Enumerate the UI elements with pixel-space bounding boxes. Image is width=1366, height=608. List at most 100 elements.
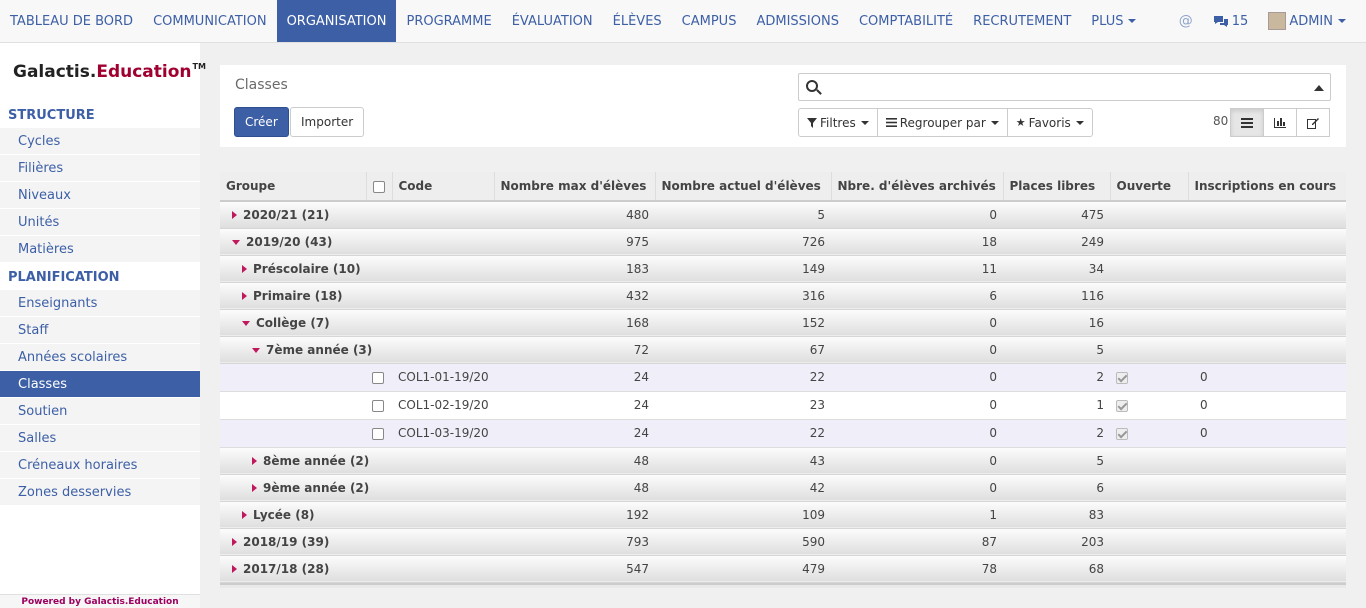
nav-item-evaluation[interactable]: ÉVALUATION bbox=[502, 0, 603, 42]
caret-right-icon bbox=[232, 211, 237, 220]
group-free-cell: 68 bbox=[1003, 555, 1110, 583]
group-label-cell[interactable]: 2017/18 (28) bbox=[220, 555, 494, 583]
sidebar-item-cycles[interactable]: Cycles bbox=[0, 128, 200, 155]
bars-icon bbox=[885, 118, 897, 127]
group-label-cell[interactable]: 8ème année (2) bbox=[220, 447, 494, 475]
nav-item-comptabilite[interactable]: COMPTABILITÉ bbox=[849, 0, 963, 42]
sidebar-item-salles[interactable]: Salles bbox=[0, 425, 200, 452]
select-all-header[interactable] bbox=[365, 172, 392, 202]
column-header-groupe[interactable]: Groupe bbox=[220, 172, 366, 202]
column-header-ouverte[interactable]: Ouverte bbox=[1109, 172, 1188, 202]
create-button[interactable]: Créer bbox=[234, 107, 289, 137]
column-header-nombre-max-d-eleves[interactable]: Nombre max d'élèves bbox=[493, 172, 655, 202]
record-code-cell: COL1-01-19/20 bbox=[392, 363, 494, 392]
group-row[interactable]: Lycée (8) 192 109 1 83 bbox=[220, 501, 1346, 529]
nav-item-plus[interactable]: PLUS bbox=[1081, 0, 1146, 42]
group-row[interactable]: 2017/18 (28) 547 479 78 68 bbox=[220, 555, 1346, 583]
sidebar-item-staff[interactable]: Staff bbox=[0, 317, 200, 344]
group-row[interactable]: 9ème année (2) 48 42 0 6 bbox=[220, 474, 1346, 502]
row-checkbox[interactable] bbox=[372, 399, 384, 412]
sidebar-item-enseignants[interactable]: Enseignants bbox=[0, 290, 200, 317]
caret-right-icon bbox=[252, 484, 257, 492]
sidebar-item-niveaux[interactable]: Niveaux bbox=[0, 182, 200, 209]
group-row[interactable]: Préscolaire (10) 183 149 11 34 bbox=[220, 255, 1346, 283]
caret-right-icon bbox=[242, 265, 247, 273]
record-select-cell[interactable] bbox=[366, 419, 392, 448]
nav-item-recrutement[interactable]: RECRUTEMENT bbox=[963, 0, 1081, 42]
group-row[interactable]: Collège (7) 168 152 0 16 bbox=[220, 309, 1346, 337]
group-row[interactable]: 2019/20 (43) 975 726 18 249 bbox=[220, 228, 1346, 256]
user-menu[interactable]: ADMIN bbox=[1268, 12, 1346, 30]
list-view: Groupe Code Nombre max d'élèves Nombre actu… bbox=[220, 172, 1346, 588]
sidebar-item-matieres[interactable]: Matières bbox=[0, 236, 200, 263]
column-header-inscriptions-en-cours[interactable]: Inscriptions en cours bbox=[1187, 172, 1346, 202]
group-row[interactable]: 2020/21 (21) 480 5 0 475 bbox=[220, 201, 1346, 229]
sidebar-item-annees-scolaires[interactable]: Années scolaires bbox=[0, 344, 200, 371]
group-row[interactable]: 7ème année (3) 72 67 0 5 bbox=[220, 336, 1346, 364]
column-header-nombre-actuel-d-eleves[interactable]: Nombre actuel d'élèves bbox=[654, 172, 831, 202]
group-max-cell: 480 bbox=[494, 201, 655, 229]
group-max-cell: 48 bbox=[494, 447, 655, 475]
group-row[interactable]: 8ème année (2) 48 43 0 5 bbox=[220, 447, 1346, 475]
sidebar-item-filieres[interactable]: Filières bbox=[0, 155, 200, 182]
select-all-checkbox[interactable] bbox=[372, 180, 385, 193]
record-select-cell[interactable] bbox=[366, 363, 392, 392]
search-options-toggle-icon[interactable] bbox=[1314, 85, 1324, 91]
group-label-cell[interactable]: 7ème année (3) bbox=[220, 336, 494, 364]
group-label-cell[interactable]: Préscolaire (10) bbox=[220, 255, 494, 283]
search-options: Filtres Regrouper par ★ Favoris bbox=[798, 108, 1093, 137]
column-header-code[interactable]: Code bbox=[391, 172, 494, 202]
logo[interactable]: Galactis. Education TM bbox=[0, 43, 206, 101]
row-checkbox[interactable] bbox=[372, 371, 384, 384]
form-view-button[interactable] bbox=[1296, 108, 1330, 137]
nav-item-eleves[interactable]: ÉLÈVES bbox=[603, 0, 672, 42]
group-by-button[interactable]: Regrouper par bbox=[876, 108, 1008, 137]
group-label-cell[interactable]: Primaire (18) bbox=[220, 282, 494, 310]
column-header-places-libres[interactable]: Places libres bbox=[1002, 172, 1110, 202]
group-archived-cell: 0 bbox=[831, 336, 1003, 364]
nav-item-campus[interactable]: CAMPUS bbox=[672, 0, 747, 42]
bar-chart-icon bbox=[1274, 117, 1286, 128]
group-label-cell[interactable]: 2019/20 (43) bbox=[220, 228, 494, 256]
sidebar-item-creneaux-horaires[interactable]: Créneaux horaires bbox=[0, 452, 200, 479]
messages-button[interactable]: 15 bbox=[1213, 14, 1248, 29]
nav-item-tableau-de-bord[interactable]: TABLEAU DE BORD bbox=[0, 0, 143, 42]
table-row[interactable]: COL1-02-19/20 24 23 0 1 0 bbox=[220, 391, 1346, 420]
group-label-cell[interactable]: Lycée (8) bbox=[220, 501, 494, 529]
nav-item-organisation[interactable]: ORGANISATION bbox=[276, 0, 397, 42]
sidebar-item-soutien[interactable]: Soutien bbox=[0, 398, 200, 425]
group-label-cell[interactable]: Collège (7) bbox=[220, 309, 494, 337]
mentions-button[interactable]: @ bbox=[1179, 13, 1193, 29]
nav-item-programme[interactable]: PROGRAMME bbox=[396, 0, 501, 42]
table-row[interactable]: COL1-03-19/20 24 22 0 2 0 bbox=[220, 419, 1346, 448]
group-label-cell[interactable]: 2018/19 (39) bbox=[220, 528, 494, 556]
group-current-cell: 479 bbox=[655, 555, 831, 583]
filters-button[interactable]: Filtres bbox=[798, 108, 878, 137]
column-header-nbre-d-eleves-archives[interactable]: Nbre. d'élèves archivés bbox=[830, 172, 1003, 202]
nav-item-admissions[interactable]: ADMISSIONS bbox=[746, 0, 849, 42]
group-max-cell: 192 bbox=[494, 501, 655, 529]
search-input[interactable] bbox=[825, 76, 1295, 98]
favorites-label: Favoris bbox=[1028, 115, 1071, 130]
logo-tm: TM bbox=[192, 61, 206, 71]
sidebar-item-zones-desservies[interactable]: Zones desservies bbox=[0, 479, 200, 506]
sidebar-item-unites[interactable]: Unités bbox=[0, 209, 200, 236]
favorites-button[interactable]: ★ Favoris bbox=[1006, 108, 1093, 137]
record-archived-cell: 0 bbox=[831, 363, 1003, 392]
group-label-cell[interactable]: 9ème année (2) bbox=[220, 474, 494, 502]
nav-item-communication[interactable]: COMMUNICATION bbox=[143, 0, 277, 42]
pager-value[interactable]: 80 bbox=[1213, 114, 1228, 128]
group-free-cell: 83 bbox=[1003, 501, 1110, 529]
table-row[interactable]: COL1-01-19/20 24 22 0 2 0 bbox=[220, 363, 1346, 392]
group-label-cell[interactable]: 2020/21 (21) bbox=[220, 201, 494, 229]
import-button[interactable]: Importer bbox=[290, 107, 365, 137]
sidebar-item-classes[interactable]: Classes bbox=[0, 371, 200, 398]
record-current-cell: 22 bbox=[655, 419, 831, 448]
group-row[interactable]: 2018/19 (39) 793 590 87 203 bbox=[220, 528, 1346, 556]
chevron-down-icon bbox=[1075, 120, 1084, 125]
row-checkbox[interactable] bbox=[372, 427, 384, 440]
list-view-button[interactable] bbox=[1230, 108, 1264, 137]
record-select-cell[interactable] bbox=[366, 391, 392, 420]
graph-view-button[interactable] bbox=[1263, 108, 1297, 137]
group-row[interactable]: Primaire (18) 432 316 6 116 bbox=[220, 282, 1346, 310]
